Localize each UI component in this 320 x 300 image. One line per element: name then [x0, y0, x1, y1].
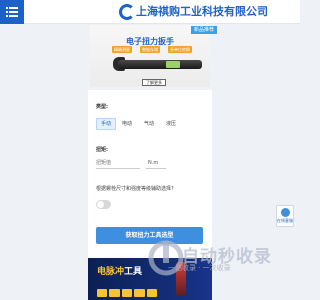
type-label: 类型: — [96, 104, 108, 110]
type-option-hydraulic[interactable]: 液压 — [162, 118, 180, 130]
company-logo-icon[interactable] — [119, 4, 135, 20]
wrench-image — [118, 60, 202, 69]
banner-badge: 新品推荐 — [191, 26, 218, 34]
assist-question: 根据螺栓尺寸和强度等级辅助选择? — [96, 186, 174, 192]
wrench-display-image — [166, 61, 180, 68]
promo-title-rest: 工具 — [124, 267, 143, 277]
torque-label: 扭矩: — [96, 147, 108, 153]
banner-feature-3: 多单位转换 — [168, 46, 192, 53]
torque-input[interactable] — [96, 157, 140, 169]
promo-product-strip — [97, 289, 158, 297]
banner-caption[interactable]: 了解更多 — [142, 79, 166, 86]
type-option-pneumatic[interactable]: 气动 — [140, 118, 158, 130]
customer-service-label: 在线客服 — [277, 218, 293, 223]
type-option-electric[interactable]: 电动 — [118, 118, 136, 130]
customer-service-button[interactable]: 在线客服 — [276, 205, 294, 227]
banner-feature-2: 数据存储 — [140, 46, 160, 53]
product-banner[interactable] — [90, 25, 210, 87]
type-option-manual[interactable]: 手动 — [96, 118, 117, 130]
banner-feature-1: 精确测量 — [112, 46, 132, 53]
customer-service-icon — [280, 208, 290, 217]
promo-title-highlight: 电脉冲 — [97, 267, 125, 277]
watermark-subtext: 一站收录 · 一次收录 — [168, 264, 231, 272]
torque-unit[interactable]: N.m — [146, 157, 166, 169]
promo-title: 电脉冲工具 — [97, 264, 142, 277]
list-menu-icon — [6, 7, 18, 17]
menu-button[interactable] — [0, 0, 24, 24]
company-name[interactable]: 上海祺购工业科技有限公司 — [136, 4, 268, 20]
assist-toggle[interactable] — [96, 200, 111, 209]
toggle-knob — [97, 201, 104, 208]
